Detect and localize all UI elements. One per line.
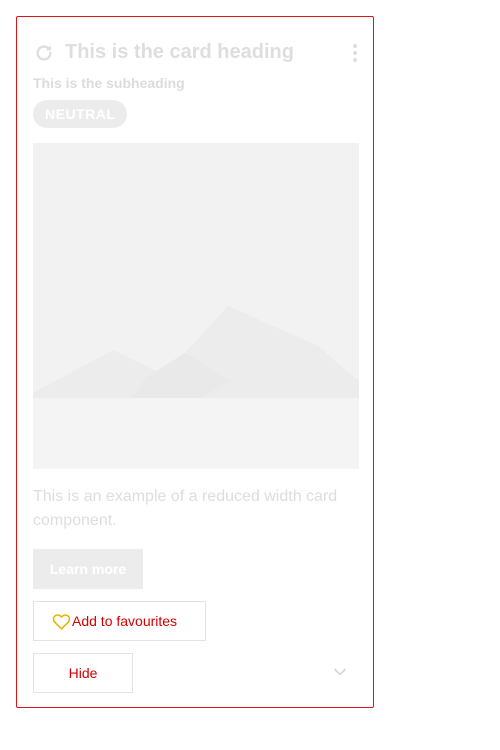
card-body-text: This is an example of a reduced width ca… [33,488,338,529]
more-vertical-icon[interactable] [351,42,359,64]
card: This is the card heading This is the sub… [16,16,374,708]
hide-button[interactable]: Hide [33,653,133,693]
add-to-favourites-label: Add to favourites [72,613,178,629]
card-heading: This is the card heading [65,41,294,63]
chevron-down-icon[interactable] [333,667,347,677]
card-subheading: This is the subheading [33,75,185,91]
add-to-favourites-button[interactable]: Add to favourites [33,601,206,641]
learn-more-button[interactable]: Learn more [33,549,143,589]
image-placeholder-icon [33,143,359,469]
status-badge: NEUTRAL [33,100,128,128]
heart-outline-icon [52,613,71,630]
card-header: This is the card heading [33,41,359,69]
refresh-icon[interactable] [33,42,55,64]
